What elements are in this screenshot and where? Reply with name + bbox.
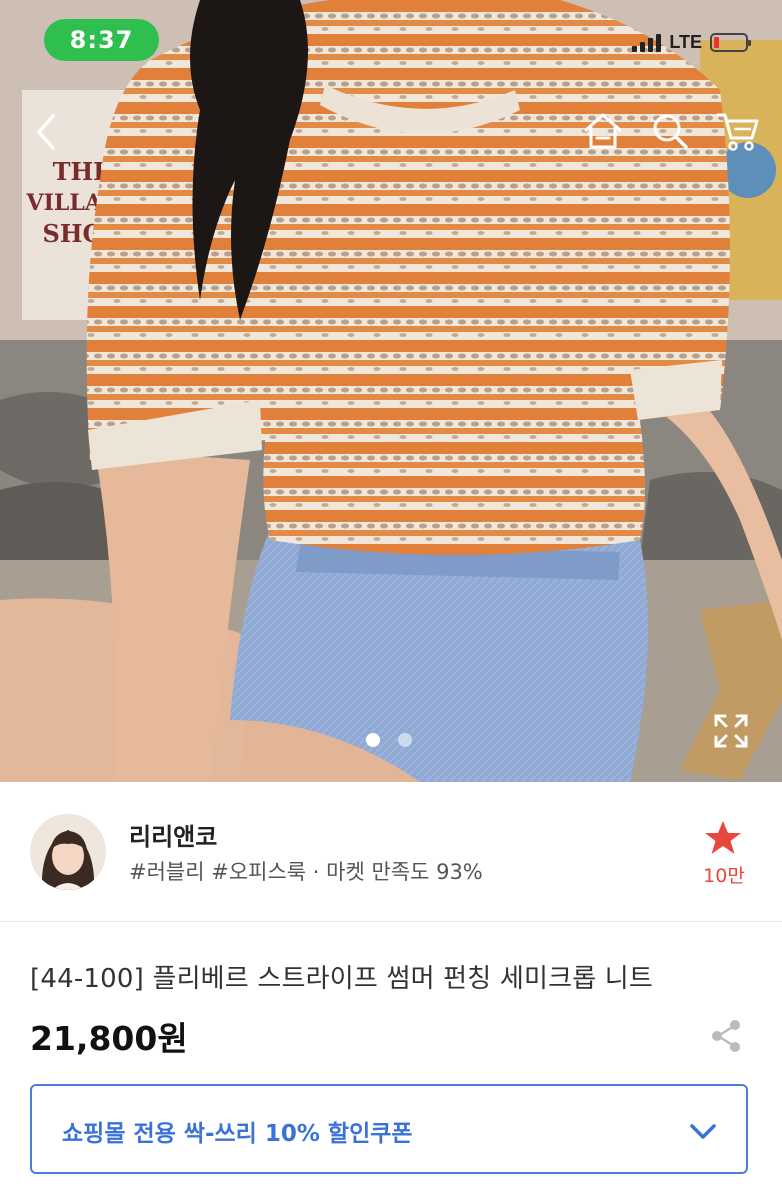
back-icon <box>37 114 55 150</box>
home-button[interactable] <box>578 106 628 156</box>
status-indicators: LTE <box>632 32 751 53</box>
product-price: 21,800원 <box>30 1019 188 1058</box>
expand-icon <box>714 714 748 748</box>
search-button[interactable] <box>645 106 695 156</box>
share-icon <box>712 1020 740 1052</box>
seller-name[interactable]: 리리앤코 <box>129 817 217 852</box>
pagination-dot[interactable] <box>398 733 412 747</box>
cart-icon <box>716 113 759 151</box>
home-icon <box>584 113 622 149</box>
coupon-dropdown[interactable]: 쇼핑몰 전용 싹-쓰리 10% 할인쿠폰 <box>30 1084 748 1174</box>
seller-avatar[interactable] <box>30 814 106 890</box>
back-button[interactable] <box>22 108 70 156</box>
seller-row[interactable]: 리리앤코 #러블리 #오피스룩 · 마켓 만족도 93% 10만 <box>0 782 782 922</box>
coupon-label: 쇼핑몰 전용 싹-쓰리 10% 할인쿠폰 <box>62 1121 413 1147</box>
share-button[interactable] <box>706 1016 746 1056</box>
cart-button[interactable] <box>712 106 764 156</box>
fullscreen-button[interactable] <box>706 706 756 756</box>
favorite-count: 10만 <box>703 865 745 887</box>
network-label: LTE <box>669 32 702 52</box>
signal-icon <box>632 33 662 52</box>
gallery-pagination <box>366 733 412 747</box>
seller-tags: #러블리 #오피스룩 · 마켓 만족도 93% <box>129 860 483 884</box>
pagination-dot-active[interactable] <box>366 733 380 747</box>
chevron-down-icon <box>690 1124 716 1139</box>
product-image-gallery[interactable]: THE VILLAGE SHOP 8:37 LTE <box>0 0 782 782</box>
star-icon[interactable] <box>703 818 743 858</box>
product-title: [44-100] 플리베르 스트라이프 썸머 펀칭 세미크롭 니트 <box>30 964 654 994</box>
status-time: 8:37 <box>44 19 159 61</box>
search-icon <box>653 114 688 149</box>
battery-icon <box>710 33 751 52</box>
